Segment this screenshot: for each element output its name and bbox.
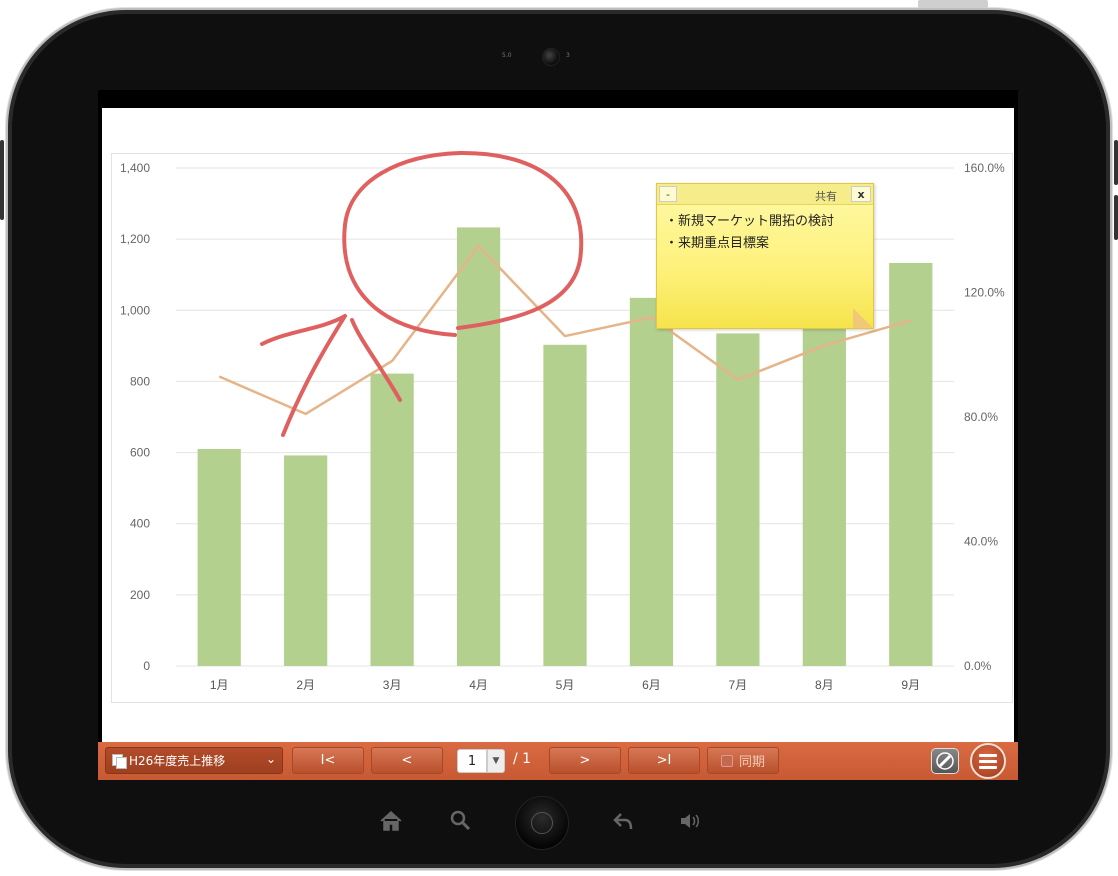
camera-icon <box>542 48 560 66</box>
x-tick-label: 6月 <box>642 678 661 692</box>
x-tick-label: 1月 <box>210 678 229 692</box>
sync-label: 同期 <box>738 755 765 770</box>
first-page-button[interactable]: I< <box>292 747 364 774</box>
y-right-tick-label: 40.0% <box>964 535 998 549</box>
pen-icon <box>936 752 954 770</box>
y-right-tick-label: 80.0% <box>964 410 998 424</box>
y-right-tick-label: 160.0% <box>964 161 1005 175</box>
x-tick-label: 7月 <box>729 678 748 692</box>
y-left-tick-label: 0 <box>143 659 150 673</box>
x-tick-label: 4月 <box>469 678 488 692</box>
menu-icon-bar <box>979 753 997 757</box>
next-page-button[interactable]: > <box>549 747 621 774</box>
search-icon[interactable] <box>449 809 473 833</box>
pen-tool-button[interactable] <box>931 748 959 774</box>
y-left-tick-label: 200 <box>130 588 150 602</box>
x-tick-label: 3月 <box>383 678 402 692</box>
note-minimize-button[interactable]: - <box>659 186 677 202</box>
bar <box>629 297 674 666</box>
combo-chart: 0 200 400 600 800 1,000 1,200 1,400 0.0% 40.0% 80.… <box>120 161 1005 692</box>
page-dropdown-icon[interactable]: ▼ <box>487 749 505 773</box>
top-button <box>918 0 988 8</box>
page-selector[interactable]: 1 ▼ <box>457 749 505 773</box>
note-line: ・来期重点目標案 <box>665 236 770 251</box>
x-tick-label: 9月 <box>901 678 920 692</box>
sticky-note-header: - 共有 x <box>657 184 873 205</box>
y-right-tick-label: 120.0% <box>964 286 1005 300</box>
screen: 0 200 400 600 800 1,000 1,200 1,400 0.0% 40.0% 80.… <box>98 90 1018 780</box>
menu-icon-bar <box>979 759 997 763</box>
document-page: 0 200 400 600 800 1,000 1,200 1,400 0.0% 40.0% 80.… <box>102 108 1014 742</box>
back-icon[interactable] <box>611 809 635 833</box>
chart-area: 0 200 400 600 800 1,000 1,200 1,400 0.0% 40.0% 80.… <box>111 153 1013 703</box>
home-button-ring <box>531 812 553 834</box>
y-left-tick-label: 600 <box>130 446 150 460</box>
y-right-tick-label: 0.0% <box>964 659 992 673</box>
camera-label-left: 5.0 <box>502 52 512 59</box>
page-total: / 1 <box>513 751 532 767</box>
document-select[interactable]: H26年度売上推移 ⌄ <box>105 747 283 774</box>
previous-page-button[interactable]: < <box>371 747 443 774</box>
page-number-input[interactable]: 1 <box>457 749 487 773</box>
menu-button[interactable] <box>970 743 1006 779</box>
camera-label-right: 3 <box>566 52 570 59</box>
documents-icon <box>112 754 127 769</box>
chevron-down-icon: ⌄ <box>265 752 276 766</box>
note-fold-corner <box>853 308 873 328</box>
bar <box>716 333 760 666</box>
last-page-button[interactable]: >I <box>628 747 700 774</box>
note-body[interactable]: ・新規マーケット開拓の検討 ・来期重点目標案 <box>665 211 834 255</box>
side-button-right-1 <box>1114 140 1118 185</box>
note-share-button[interactable]: 共有 <box>815 188 837 204</box>
bar <box>197 449 241 666</box>
document-name: H26年度売上推移 <box>129 754 226 768</box>
bar <box>370 373 414 666</box>
bar <box>889 262 933 666</box>
y-left-tick-label: 1,000 <box>120 303 150 317</box>
x-tick-label: 5月 <box>556 678 575 692</box>
bar <box>543 344 587 666</box>
home-icon[interactable] <box>378 809 404 833</box>
y-left-tick-label: 1,200 <box>120 232 150 246</box>
sync-button[interactable]: 同期 <box>707 747 779 774</box>
note-close-button[interactable]: x <box>851 186 871 202</box>
sticky-note[interactable]: - 共有 x ・新規マーケット開拓の検討 ・来期重点目標案 <box>656 183 874 329</box>
volume-icon[interactable] <box>678 809 704 833</box>
sync-checkbox <box>720 754 733 767</box>
bar <box>802 324 846 666</box>
menu-icon-bar <box>979 765 997 769</box>
note-line: ・新規マーケット開拓の検討 <box>665 214 835 229</box>
bar <box>284 455 328 666</box>
x-tick-label: 2月 <box>296 678 315 692</box>
side-button-left <box>0 140 4 220</box>
viewer-toolbar: H26年度売上推移 ⌄ I< < 1 ▼ / 1 > >I 同期 <box>98 742 1018 780</box>
side-button-right-2 <box>1114 195 1118 240</box>
y-left-tick-label: 1,400 <box>120 161 150 175</box>
bar <box>456 227 501 666</box>
x-tick-label: 8月 <box>815 678 834 692</box>
y-left-tick-label: 400 <box>130 517 150 531</box>
hardware-home-button[interactable] <box>515 796 569 850</box>
y-left-tick-label: 800 <box>130 374 150 388</box>
